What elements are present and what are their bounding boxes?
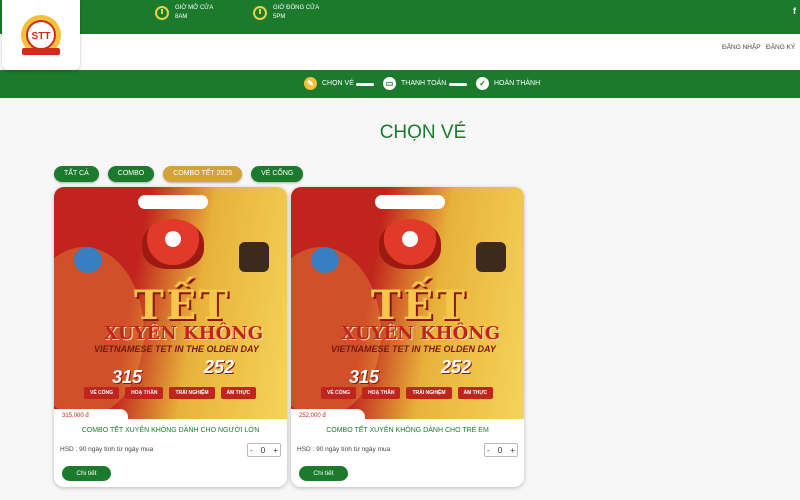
lion-head-figure xyxy=(379,219,441,269)
open-hours: GIỜ MỞ CỬA 8AM xyxy=(155,4,213,22)
dancer-figure xyxy=(74,247,102,273)
increment-button[interactable]: + xyxy=(273,446,278,455)
step-label: CHỌN VÉ xyxy=(322,80,354,87)
poster-adult-price: 315 xyxy=(349,367,380,387)
poster-tag: TRẢI NGHIỆM xyxy=(169,387,215,399)
poster-tag: HOẠ THẦN xyxy=(125,387,164,399)
svg-text:STT: STT xyxy=(32,31,51,42)
step-divider xyxy=(449,83,467,86)
poster-tagline: VIETNAMESE TET IN THE OLDEN DAY xyxy=(94,344,259,354)
filter-all[interactable]: TẤT CẢ xyxy=(54,166,99,182)
dancer-figure xyxy=(311,247,339,273)
poster-title: TẾT xyxy=(134,282,231,329)
top-info-bar xyxy=(0,0,800,34)
price-tag: 252,000 đ xyxy=(291,409,365,423)
quantity-value[interactable]: 0 xyxy=(261,446,265,455)
detail-button[interactable]: Chi tiết xyxy=(62,466,111,481)
ticket-icon: ✎ xyxy=(304,77,317,90)
filter-tabs: TẤT CẢ COMBO COMBO TẾT 2025 VÉ CỔNG xyxy=(54,166,304,182)
navbar xyxy=(0,34,800,70)
ticket-card[interactable]: TẾT XUYÊN KHÔNG VIETNAMESE TET IN THE OL… xyxy=(54,187,287,487)
poster-child-price: 252 xyxy=(204,357,235,377)
decrement-button[interactable]: - xyxy=(487,446,490,455)
poster-subtitle: XUYÊN KHÔNG xyxy=(341,323,501,344)
price-tag: 315,000 đ xyxy=(54,409,128,423)
poster-tag: VÉ CỔNG xyxy=(321,387,357,399)
close-hours-value: 5PM xyxy=(273,14,286,20)
open-hours-value: 8AM xyxy=(175,14,188,20)
facebook-icon[interactable]: f xyxy=(793,6,796,16)
close-hours: GIỜ ĐÓNG CỬA 5PM xyxy=(253,4,319,22)
step-divider xyxy=(356,83,374,86)
ticket-validity: HSD : 90 ngày tính từ ngày mua xyxy=(297,446,391,453)
poster-subtitle: XUYÊN KHÔNG xyxy=(104,323,264,344)
check-icon: ✓ xyxy=(476,77,489,90)
poster-title: TẾT xyxy=(371,282,468,329)
site-logo[interactable]: STT xyxy=(2,0,80,70)
open-hours-label: GIỜ MỞ CỬA xyxy=(175,5,214,11)
lion-head-figure xyxy=(142,219,204,269)
poster-tagline: VIETNAMESE TET IN THE OLDEN DAY xyxy=(331,344,496,354)
logo-emblem-icon: STT xyxy=(21,15,61,55)
ticket-poster-image: TẾT XUYÊN KHÔNG VIETNAMESE TET IN THE OL… xyxy=(291,187,524,419)
event-logo xyxy=(138,195,208,209)
poster-tag: ẨM THỰC xyxy=(220,387,257,399)
poster-tags: VÉ CỔNG HOẠ THẦN TRẢI NGHIỆM ẨM THỰC xyxy=(321,387,521,399)
filter-combo-tet-2025[interactable]: COMBO TẾT 2025 xyxy=(163,166,243,182)
event-logo xyxy=(375,195,445,209)
step-complete: ✓ HOÀN THÀNH xyxy=(476,77,540,90)
ticket-card[interactable]: TẾT XUYÊN KHÔNG VIETNAMESE TET IN THE OL… xyxy=(291,187,524,487)
quantity-stepper: - 0 + xyxy=(484,443,518,457)
payment-icon: ▭ xyxy=(383,77,396,90)
ticket-poster-image: TẾT XUYÊN KHÔNG VIETNAMESE TET IN THE OL… xyxy=(54,187,287,419)
decrement-button[interactable]: - xyxy=(250,446,253,455)
poster-tag: TRẢI NGHIỆM xyxy=(406,387,452,399)
ticket-validity: HSD : 90 ngày tính từ ngày mua xyxy=(60,446,154,453)
increment-button[interactable]: + xyxy=(510,446,515,455)
step-choose-ticket: ✎ CHỌN VÉ xyxy=(304,77,354,90)
detail-button[interactable]: Chi tiết xyxy=(299,466,348,481)
poster-tags: VÉ CỔNG HOẠ THẦN TRẢI NGHIỆM ẨM THỰC xyxy=(84,387,284,399)
poster-adult-price: 315 xyxy=(112,367,143,387)
quantity-value[interactable]: 0 xyxy=(498,446,502,455)
filter-gate-ticket[interactable]: VÉ CỔNG xyxy=(251,166,304,182)
ticket-title: COMBO TẾT XUYÊN KHÔNG DÀNH CHO TRẺ EM xyxy=(326,427,489,434)
page-title: CHỌN VÉ xyxy=(379,122,467,143)
step-payment: ▭ THANH TOÁN xyxy=(383,77,446,90)
clock-icon xyxy=(155,6,169,20)
drummer-figure xyxy=(239,242,269,272)
filter-combo[interactable]: COMBO xyxy=(107,166,155,182)
poster-tag: ẨM THỰC xyxy=(457,387,494,399)
drummer-figure xyxy=(476,242,506,272)
login-link[interactable]: ĐĂNG NHẬP xyxy=(722,44,761,51)
quantity-stepper: - 0 + xyxy=(247,443,281,457)
step-label: THANH TOÁN xyxy=(401,80,447,87)
poster-tag: HOẠ THẦN xyxy=(362,387,401,399)
poster-child-price: 252 xyxy=(441,357,472,377)
ticket-title: COMBO TẾT XUYÊN KHÔNG DÀNH CHO NGƯỜI LỚN xyxy=(81,427,260,434)
step-label: HOÀN THÀNH xyxy=(494,80,541,87)
poster-tag: VÉ CỔNG xyxy=(84,387,120,399)
close-hours-label: GIỜ ĐÓNG CỬA xyxy=(273,5,320,11)
clock-icon xyxy=(253,6,267,20)
register-link[interactable]: ĐĂNG KÝ xyxy=(766,44,795,51)
